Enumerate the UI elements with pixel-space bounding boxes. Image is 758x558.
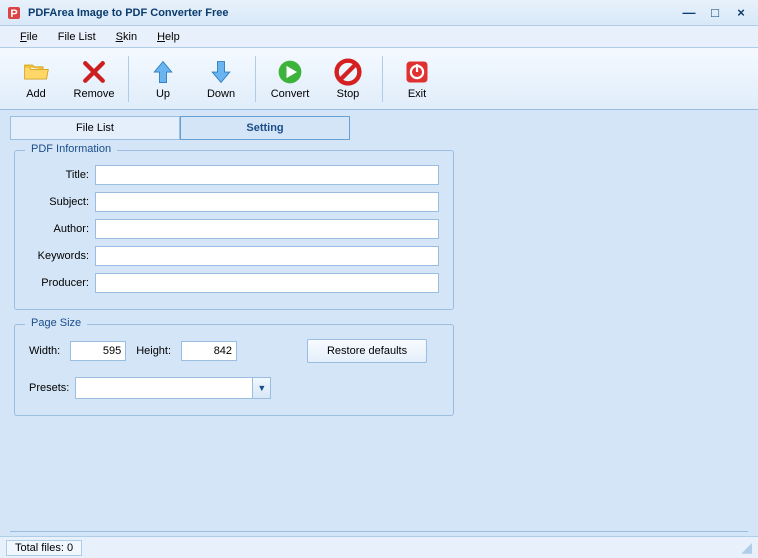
add-label: Add — [26, 88, 46, 100]
convert-label: Convert — [271, 88, 310, 100]
menu-help[interactable]: Help — [147, 28, 190, 46]
content-area: PDF Information Title: Subject: Author: … — [0, 140, 758, 440]
tab-filelist[interactable]: File List — [10, 116, 180, 140]
convert-button[interactable]: Convert — [262, 53, 318, 105]
down-button[interactable]: Down — [193, 53, 249, 105]
pdf-information-group: PDF Information Title: Subject: Author: … — [14, 150, 454, 310]
menu-filelist[interactable]: File List — [48, 28, 106, 46]
keywords-label: Keywords: — [29, 250, 95, 262]
minimize-button[interactable]: — — [678, 4, 700, 22]
window-controls: — □ × — [678, 4, 752, 22]
power-icon — [403, 58, 431, 86]
subject-label: Subject: — [29, 196, 95, 208]
window-title: PDFArea Image to PDF Converter Free — [28, 7, 229, 19]
tab-setting[interactable]: Setting — [180, 116, 350, 140]
down-label: Down — [207, 88, 235, 100]
exit-label: Exit — [408, 88, 426, 100]
title-bar: P PDFArea Image to PDF Converter Free — … — [0, 0, 758, 26]
remove-button[interactable]: Remove — [66, 53, 122, 105]
add-button[interactable]: Add — [8, 53, 64, 105]
author-input[interactable] — [95, 219, 439, 239]
presets-combo[interactable]: ▼ — [75, 377, 271, 399]
toolbar-separator — [382, 56, 383, 102]
stop-button[interactable]: Stop — [320, 53, 376, 105]
page-size-legend: Page Size — [25, 317, 87, 329]
page-size-group: Page Size Width: Height: Restore default… — [14, 324, 454, 416]
toolbar-separator — [255, 56, 256, 102]
maximize-button[interactable]: □ — [704, 4, 726, 22]
stop-label: Stop — [337, 88, 360, 100]
up-button[interactable]: Up — [135, 53, 191, 105]
svg-text:P: P — [10, 8, 17, 20]
title-label: Title: — [29, 169, 95, 181]
arrow-up-icon — [149, 58, 177, 86]
up-label: Up — [156, 88, 170, 100]
keywords-input[interactable] — [95, 246, 439, 266]
resize-grip[interactable]: ◢ — [736, 540, 752, 556]
play-icon — [276, 58, 304, 86]
height-input[interactable] — [181, 341, 237, 361]
status-total-files: Total files: 0 — [6, 540, 82, 556]
producer-label: Producer: — [29, 277, 95, 289]
width-input[interactable] — [70, 341, 126, 361]
close-button[interactable]: × — [730, 4, 752, 22]
restore-defaults-button[interactable]: Restore defaults — [307, 339, 427, 363]
producer-input[interactable] — [95, 273, 439, 293]
subject-input[interactable] — [95, 192, 439, 212]
exit-button[interactable]: Exit — [389, 53, 445, 105]
menu-skin[interactable]: Skin — [106, 28, 147, 46]
app-icon: P — [6, 5, 22, 21]
width-label: Width: — [29, 345, 60, 357]
toolbar: Add Remove Up Down Convert Stop Exit — [0, 48, 758, 110]
toolbar-separator — [128, 56, 129, 102]
stop-icon — [334, 58, 362, 86]
author-label: Author: — [29, 223, 95, 235]
x-icon — [80, 58, 108, 86]
pdf-info-legend: PDF Information — [25, 143, 117, 155]
chevron-down-icon: ▼ — [252, 378, 270, 398]
height-label: Height: — [136, 345, 171, 357]
title-input[interactable] — [95, 165, 439, 185]
remove-label: Remove — [74, 88, 115, 100]
menu-bar: File File List Skin Help — [0, 26, 758, 48]
arrow-down-icon — [207, 58, 235, 86]
folder-open-icon — [22, 58, 50, 86]
tabs: File List Setting — [0, 110, 758, 140]
content-bottom-border — [10, 531, 748, 532]
presets-label: Presets: — [29, 382, 69, 394]
menu-file[interactable]: File — [10, 28, 48, 46]
status-bar: Total files: 0 ◢ — [0, 536, 758, 558]
